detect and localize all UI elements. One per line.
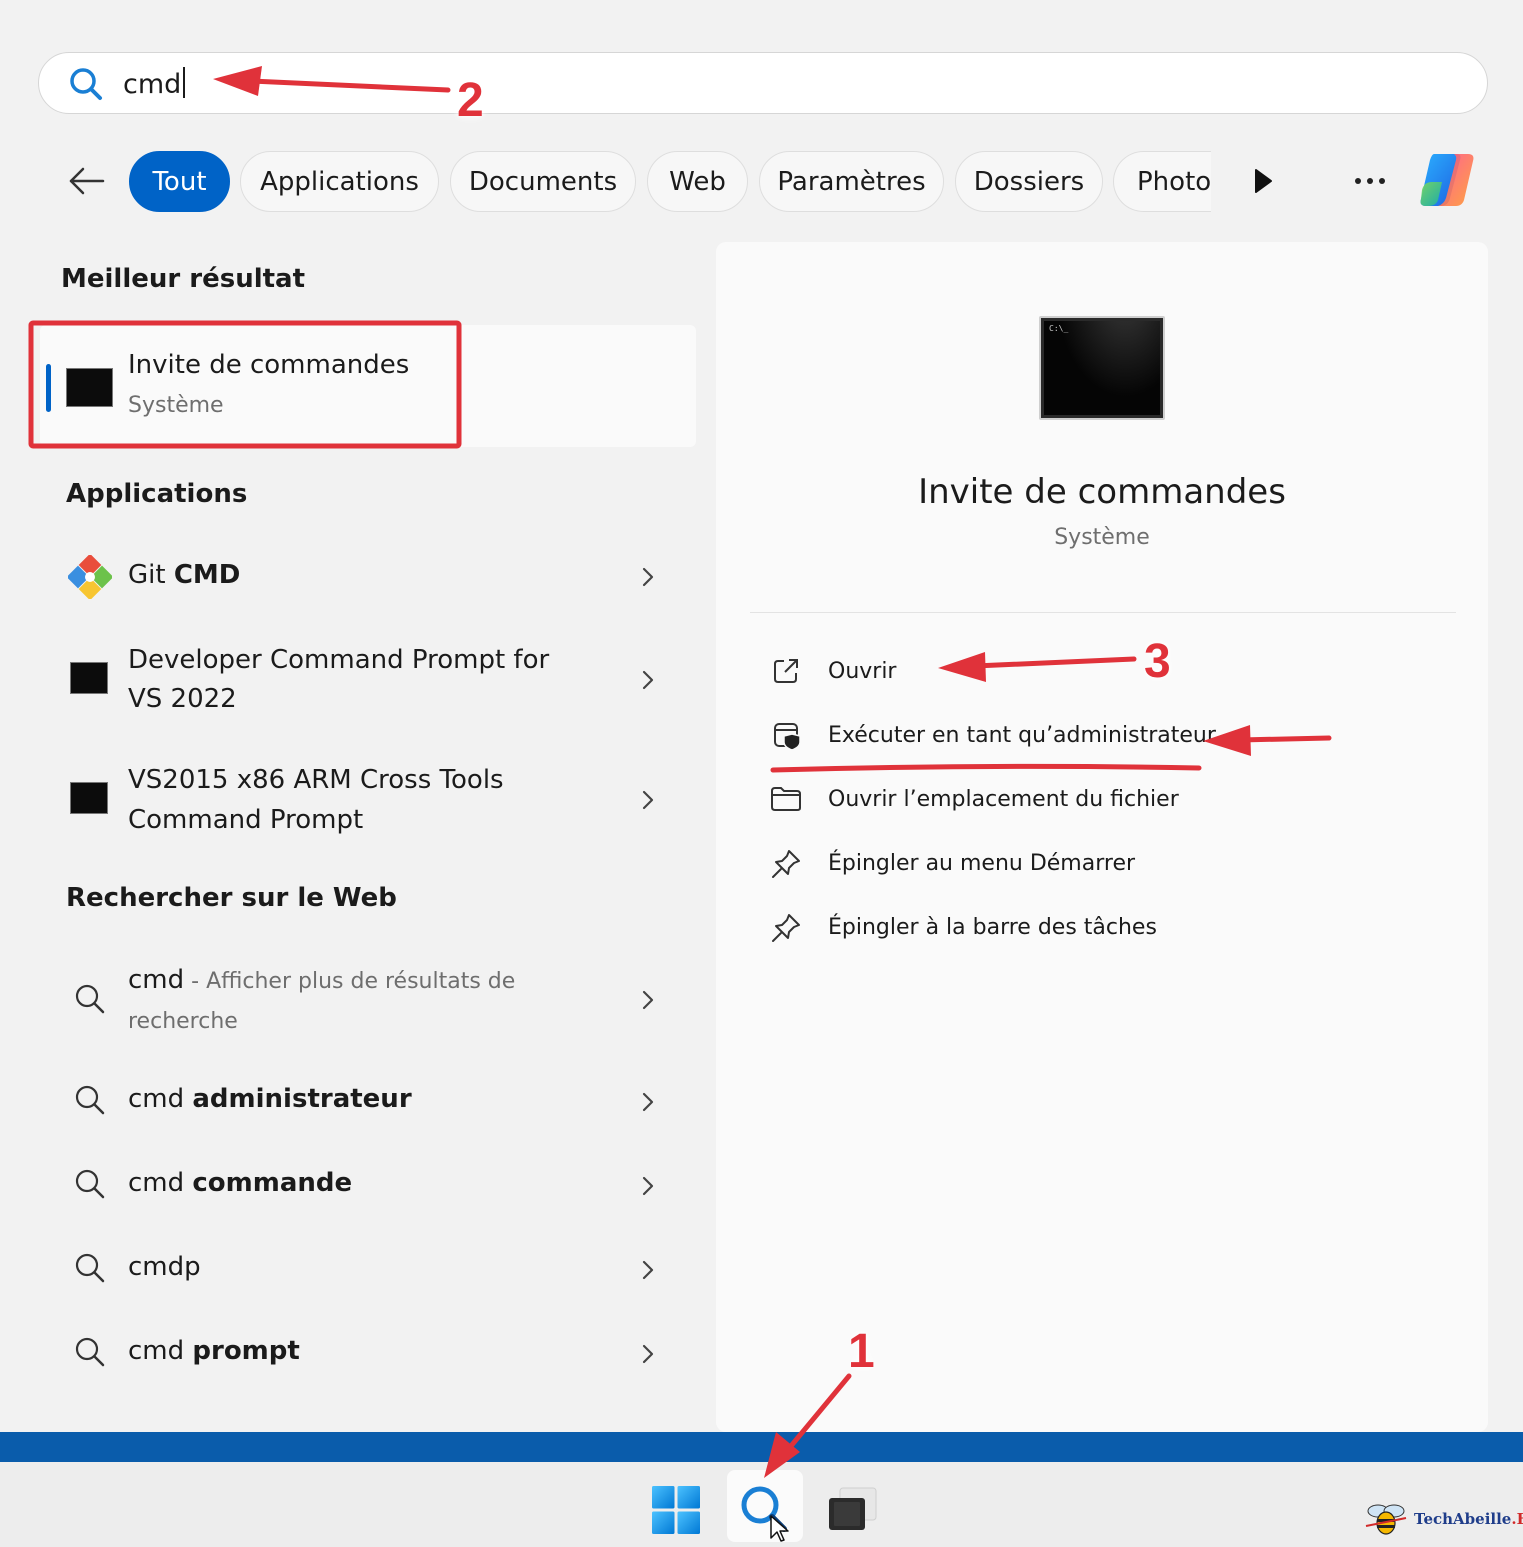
underline-admin — [770, 763, 1202, 773]
annotation-overlay — [28, 66, 1332, 1478]
watermark: TechAbeille.FR — [1364, 1502, 1523, 1536]
annotation-number-1: 1 — [848, 1325, 875, 1378]
arrow-step-2 — [213, 66, 451, 96]
annotation-number-2: 2 — [457, 74, 484, 127]
watermark-brand: TechAbeille — [1414, 1510, 1512, 1528]
bee-logo-icon — [1365, 1504, 1407, 1535]
arrow-admin — [1203, 725, 1332, 756]
highlight-box-best-match — [28, 320, 462, 449]
arrow-step-3 — [938, 652, 1137, 682]
annotation-number-3: 3 — [1144, 635, 1171, 688]
watermark-suffix: .FR — [1511, 1510, 1523, 1528]
arrow-step-1 — [764, 1373, 852, 1478]
